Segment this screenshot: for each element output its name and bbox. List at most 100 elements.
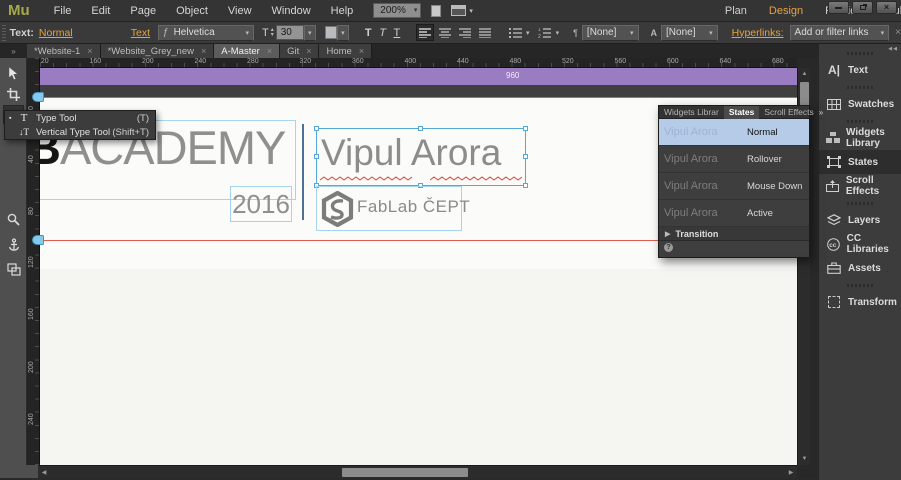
close-icon[interactable]: × (306, 46, 311, 56)
align-right-button[interactable] (456, 24, 474, 41)
align-left-button[interactable] (416, 24, 435, 41)
close-icon[interactable]: × (359, 46, 364, 56)
tab-states[interactable]: States (723, 105, 760, 119)
slideshow-tool-button[interactable] (3, 260, 24, 279)
dock-item-cc-libraries[interactable]: cc CC Libraries (819, 232, 901, 256)
dock-grip[interactable] (847, 52, 873, 55)
tab-widgets-library[interactable]: Widgets Librar (659, 106, 724, 119)
horizontal-scroll-thumb[interactable] (342, 468, 468, 477)
dock-item-layers[interactable]: Layers (819, 208, 901, 232)
align-center-button[interactable] (436, 24, 454, 41)
screen-mode-button[interactable]: ▾ (451, 5, 473, 16)
menu-view[interactable]: View (218, 0, 262, 22)
menu-page[interactable]: Page (120, 0, 166, 22)
scroll-down-button[interactable]: ▼ (798, 453, 811, 465)
guide-handle[interactable] (32, 92, 44, 102)
dock-item-scroll-effects[interactable]: Scroll Effects (819, 174, 901, 198)
dock-grip[interactable] (847, 202, 873, 205)
text-panel-link[interactable]: Text (131, 27, 150, 39)
selection-handle[interactable] (523, 154, 528, 159)
selection-handle[interactable] (418, 126, 423, 131)
dock-item-states[interactable]: States (819, 150, 901, 174)
panel-grip[interactable] (2, 24, 6, 41)
scroll-up-button[interactable]: ▲ (798, 68, 811, 80)
tab-scroll-effects[interactable]: Scroll Effects (759, 106, 818, 119)
minimize-button[interactable] (828, 1, 849, 14)
horizontal-ruler[interactable]: 120 160 200 240 280 320 360 400 440 480 520 560 600 6… (40, 58, 797, 68)
character-style-select[interactable]: [None] ▾ (661, 24, 718, 41)
font-size-input[interactable]: 30 (275, 25, 304, 40)
menu-help[interactable]: Help (321, 0, 364, 22)
horizontal-scrollbar[interactable]: ◀ ▶ (38, 465, 797, 478)
menu-item-type-tool[interactable]: ▪ T Type Tool (T) (5, 111, 155, 125)
panel-expand-icon[interactable]: » (0, 44, 27, 58)
restore-button[interactable] (852, 1, 873, 14)
selection-handle[interactable] (314, 126, 319, 131)
dock-grip[interactable] (847, 284, 873, 287)
name-text[interactable]: Vipul Arora (321, 132, 501, 174)
collapse-dock-icon[interactable]: ◀◀ (888, 46, 898, 52)
guide-handle[interactable] (32, 235, 44, 245)
text-style-link[interactable]: Normal (39, 27, 73, 39)
selection-handle[interactable] (523, 183, 528, 188)
selection-tool-button[interactable] (3, 63, 24, 82)
state-row-active[interactable]: Vipul Arora Active (659, 200, 809, 227)
state-row-normal[interactable]: Vipul Arora Normal (659, 119, 809, 146)
text-color-swatch[interactable] (324, 26, 337, 39)
help-icon[interactable]: ? (664, 243, 673, 252)
tab-git[interactable]: Git × (280, 44, 320, 58)
workflow-plan[interactable]: Plan (725, 5, 747, 17)
close-icon[interactable]: × (87, 46, 92, 56)
dock-item-transform[interactable]: Transform (819, 290, 901, 314)
dock-grip[interactable] (847, 86, 873, 89)
selection-handle[interactable] (314, 154, 319, 159)
year-text-frame[interactable]: 2016 (230, 186, 292, 222)
dock-grip[interactable] (847, 120, 873, 123)
italic-button[interactable]: T (375, 27, 389, 39)
bold-button[interactable]: T (361, 27, 375, 39)
close-icon[interactable]: × (267, 46, 272, 56)
menu-file[interactable]: File (44, 0, 82, 22)
tab-a-master[interactable]: A-Master × (214, 44, 281, 58)
tab-home[interactable]: Home × (319, 44, 373, 58)
font-family-select[interactable]: ƒ Helvetica ▾ (158, 24, 254, 41)
menu-window[interactable]: Window (262, 0, 321, 22)
zoom-level-select[interactable]: 200% ▾ (373, 3, 422, 18)
divider-rule[interactable] (302, 124, 304, 220)
underline-button[interactable]: T (390, 27, 404, 39)
selection-handle[interactable] (523, 126, 528, 131)
menu-item-vertical-type-tool[interactable]: ↓T Vertical Type Tool (Shift+T) (5, 125, 155, 139)
tab-website-1[interactable]: *Website-1 × (27, 44, 101, 58)
go-to-page-button[interactable] (431, 4, 442, 17)
tab-website-grey-new[interactable]: *Website_Grey_new × (100, 44, 215, 58)
anchor-tool-button[interactable] (3, 235, 24, 254)
bullet-list-button[interactable] (506, 24, 524, 41)
close-button[interactable]: × (876, 1, 897, 14)
state-row-mouse-down[interactable]: Vipul Arora Mouse Down (659, 173, 809, 200)
hyperlinks-select[interactable]: Add or filter links ▾ (789, 24, 890, 41)
dock-item-widgets-library[interactable]: Widgets Library (819, 126, 901, 150)
font-size-stepper[interactable]: ▴ ▾ (271, 27, 274, 38)
chevron-down-icon[interactable]: ▾ (556, 29, 560, 37)
dock-item-swatches[interactable]: Swatches (819, 92, 901, 116)
hyperlinks-link[interactable]: Hyperlinks: (732, 27, 784, 39)
menu-edit[interactable]: Edit (81, 0, 120, 22)
clear-hyperlink-icon[interactable]: × (895, 27, 901, 38)
paragraph-style-select[interactable]: [None] ▾ (581, 24, 639, 41)
panel-menu-icon[interactable]: » (819, 108, 827, 117)
dock-item-text[interactable]: A| Text (819, 58, 901, 82)
menu-object[interactable]: Object (166, 0, 218, 22)
top-guide-line[interactable] (40, 97, 797, 98)
state-row-rollover[interactable]: Vipul Arora Rollover (659, 146, 809, 173)
transition-section[interactable]: ▶ Transition (659, 227, 809, 241)
font-size-dropdown[interactable]: ▾ (303, 24, 316, 41)
zoom-tool-button[interactable] (3, 210, 24, 229)
chevron-down-icon[interactable]: ▾ (526, 29, 530, 37)
close-icon[interactable]: × (201, 46, 206, 56)
text-color-dropdown[interactable]: ▾ (336, 24, 350, 41)
align-justify-button[interactable] (476, 24, 494, 41)
dock-item-assets[interactable]: Assets (819, 256, 901, 280)
numbered-list-button[interactable]: 12 (536, 24, 554, 41)
crop-tool-button[interactable] (3, 85, 24, 104)
workflow-design[interactable]: Design (769, 5, 803, 17)
